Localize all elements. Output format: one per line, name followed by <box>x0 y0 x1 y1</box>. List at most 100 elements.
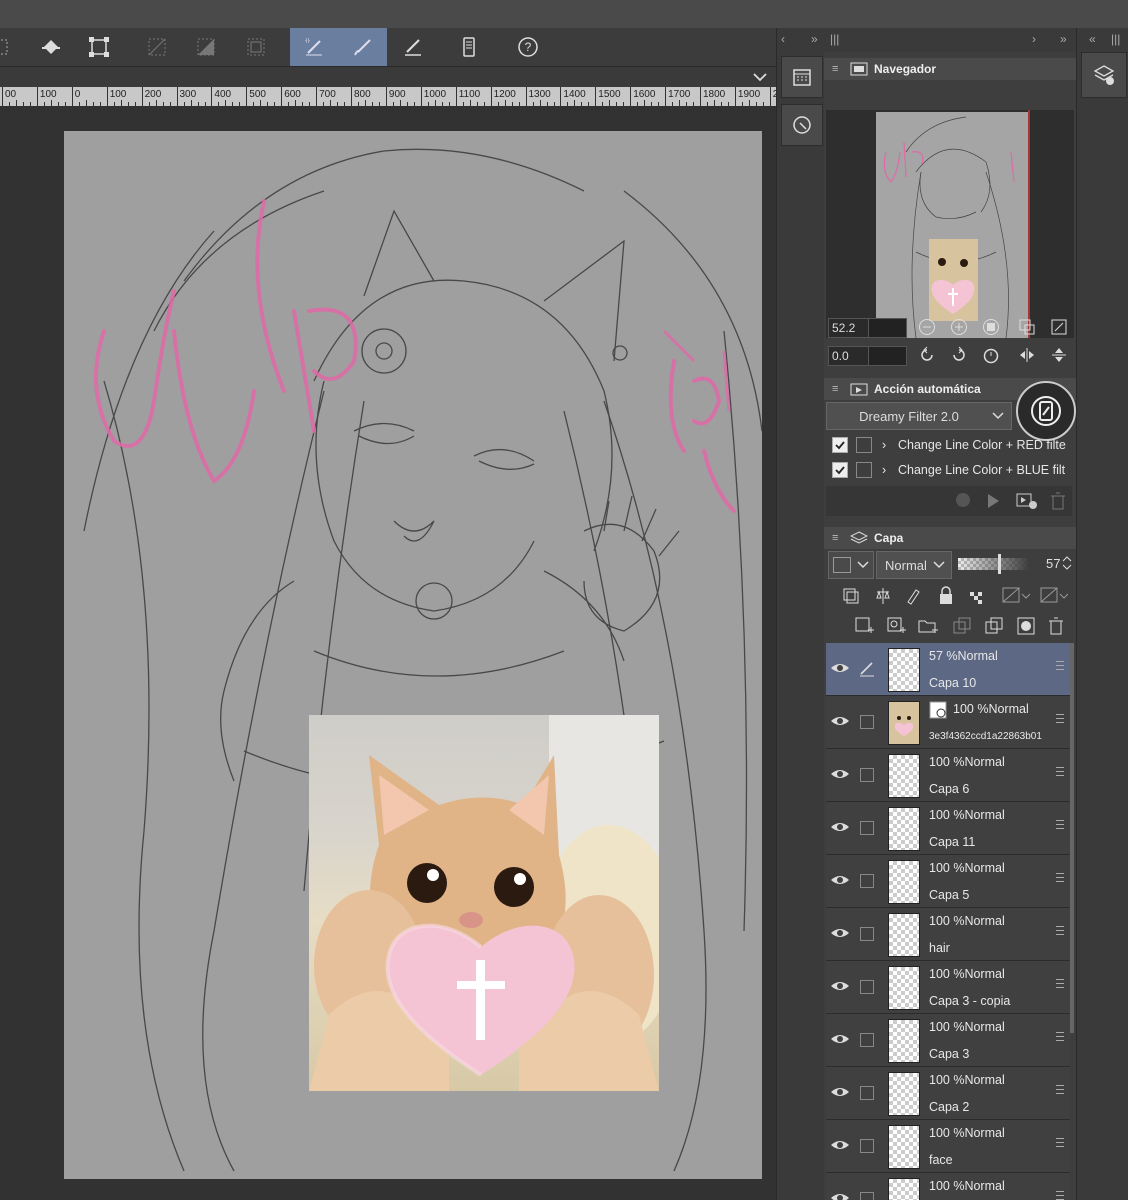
layer-menu-icon[interactable] <box>1056 714 1064 726</box>
layer-row[interactable]: 100 %Normal <box>826 1173 1070 1200</box>
layer-menu-icon[interactable] <box>1056 820 1064 832</box>
layer-menu-icon[interactable] <box>1056 1138 1064 1150</box>
action-dialog-checkbox[interactable] <box>856 437 872 453</box>
eye-icon[interactable] <box>830 713 850 729</box>
layer-properties-button[interactable] <box>1081 52 1127 98</box>
layer-menu-icon[interactable] <box>1056 926 1064 938</box>
eye-icon[interactable] <box>830 1137 850 1153</box>
fill-selection-button[interactable] <box>184 28 228 66</box>
layer-select-checkbox[interactable] <box>860 874 874 888</box>
new-folder-icon[interactable] <box>918 616 938 636</box>
actual-size-button[interactable] <box>1016 316 1038 338</box>
brush-tool-button[interactable] <box>338 28 387 66</box>
layer-select-checkbox[interactable] <box>860 715 874 729</box>
expand-right-icon[interactable]: » <box>811 32 818 46</box>
action-dialog-checkbox[interactable] <box>856 462 872 478</box>
zoom-in-button[interactable] <box>948 316 970 338</box>
layer-menu-icon[interactable] <box>1056 979 1064 991</box>
eye-icon[interactable] <box>830 978 850 994</box>
zoom-slider[interactable] <box>868 318 907 338</box>
new-vector-layer-icon[interactable] <box>886 616 906 636</box>
menu-icon[interactable]: ≡ <box>832 383 846 395</box>
transfer-down-icon[interactable] <box>952 616 972 636</box>
lock-transparency-icon[interactable] <box>968 586 986 606</box>
opacity-slider[interactable] <box>958 554 1030 574</box>
calendar-panel-button[interactable] <box>781 56 823 98</box>
layer-select-checkbox[interactable] <box>860 1139 874 1153</box>
layer-menu-icon[interactable] <box>1056 767 1064 779</box>
menu-icon[interactable]: ≡ <box>832 63 846 75</box>
chevron-right-icon[interactable]: › <box>1032 32 1036 46</box>
eye-icon[interactable] <box>830 660 850 676</box>
navigator-panel-button[interactable] <box>781 104 823 146</box>
flip-horizontal-button[interactable] <box>1016 344 1038 366</box>
delete-layer-icon[interactable] <box>1048 616 1064 636</box>
action-enabled-checkbox[interactable] <box>832 462 848 478</box>
layer-row[interactable]: 100 %Normal face <box>826 1120 1070 1173</box>
zoom-field[interactable]: 52.2 <box>828 318 869 338</box>
selection-tool-button[interactable] <box>0 28 22 66</box>
merge-layer-icon[interactable] <box>984 616 1004 636</box>
layer-row[interactable]: 100 %Normal Capa 6 <box>826 749 1070 802</box>
pen-tool-button[interactable] <box>290 28 338 66</box>
blend-mode-dropdown[interactable]: Normal <box>876 551 952 579</box>
stepper-icon[interactable] <box>1062 555 1072 571</box>
reference-layer-icon[interactable] <box>874 586 892 606</box>
action-row[interactable]: › Change Line Color + RED filte <box>826 433 1072 457</box>
eye-icon[interactable] <box>830 1084 850 1100</box>
layer-menu-icon[interactable] <box>1056 1191 1064 1200</box>
device-button[interactable] <box>447 28 491 66</box>
layer-select-checkbox[interactable] <box>860 1192 874 1200</box>
eye-icon[interactable] <box>830 1031 850 1047</box>
layer-list[interactable]: 57 %Normal Capa 10 100 %Normal 3e3f4362ccd1… <box>824 643 1072 1200</box>
eye-icon[interactable] <box>830 925 850 941</box>
layer-row[interactable]: 100 %Normal Capa 2 <box>826 1067 1070 1120</box>
pen-icon[interactable] <box>858 659 876 677</box>
reset-rotation-button[interactable] <box>980 344 1002 366</box>
clip-icon[interactable] <box>842 587 860 605</box>
layer-select-checkbox[interactable] <box>860 1086 874 1100</box>
layer-select-checkbox[interactable] <box>860 821 874 835</box>
layer-row[interactable]: 100 %Normal Capa 3 - copia <box>826 961 1070 1014</box>
rotation-field[interactable]: 0.0 <box>828 346 869 366</box>
drawing-canvas[interactable] <box>64 131 762 1179</box>
action-enabled-checkbox[interactable] <box>832 437 848 453</box>
flip-vertical-button[interactable] <box>1048 344 1070 366</box>
layer-select-checkbox[interactable] <box>860 1033 874 1047</box>
play-icon[interactable] <box>986 493 1000 509</box>
navigator-header[interactable]: ≡ Navegador <box>824 58 1076 80</box>
opacity-handle[interactable] <box>998 554 1001 574</box>
fit-button[interactable] <box>980 316 1002 338</box>
collapse-icon[interactable]: « <box>1089 32 1096 46</box>
layer-select-checkbox[interactable] <box>860 980 874 994</box>
clear-outside-button[interactable] <box>135 28 179 66</box>
opacity-value[interactable]: 57 <box>1046 556 1060 571</box>
layer-mask-icon[interactable] <box>1016 616 1036 636</box>
chevron-right-icon[interactable]: › <box>882 438 892 452</box>
eye-icon[interactable] <box>830 819 850 835</box>
eraser-tool-button[interactable] <box>391 28 435 66</box>
layer-row[interactable]: 100 %Normal Capa 11 <box>826 802 1070 855</box>
rotate-view-button[interactable] <box>1016 381 1076 441</box>
action-set-dropdown[interactable]: Dreamy Filter 2.0 <box>826 402 1012 430</box>
eye-icon[interactable] <box>830 1190 850 1200</box>
layer-header[interactable]: ≡ Capa <box>824 527 1076 549</box>
layer-select-checkbox[interactable] <box>860 768 874 782</box>
layer-row[interactable]: 57 %Normal Capa 10 <box>826 643 1070 696</box>
mask-toggle-icon[interactable] <box>1002 586 1030 606</box>
rotate-right-button[interactable] <box>948 344 970 366</box>
draft-layer-icon[interactable] <box>904 586 922 606</box>
layer-select-checkbox[interactable] <box>860 927 874 941</box>
menu-lines-icon[interactable]: ||| <box>1111 32 1120 46</box>
lock-icon[interactable] <box>938 586 954 606</box>
chevron-right-icon[interactable]: › <box>882 463 892 477</box>
record-button[interactable] <box>956 493 970 507</box>
layer-row[interactable]: 100 %Normal Capa 5 <box>826 855 1070 908</box>
fill-tool-button[interactable] <box>29 28 73 66</box>
new-raster-layer-icon[interactable] <box>854 616 874 636</box>
rotate-left-button[interactable] <box>916 344 938 366</box>
layer-menu-icon[interactable] <box>1056 661 1064 673</box>
layer-menu-icon[interactable] <box>1056 1085 1064 1097</box>
transform-tool-button[interactable] <box>77 28 121 66</box>
double-chevron-icon[interactable]: » <box>1060 32 1067 46</box>
